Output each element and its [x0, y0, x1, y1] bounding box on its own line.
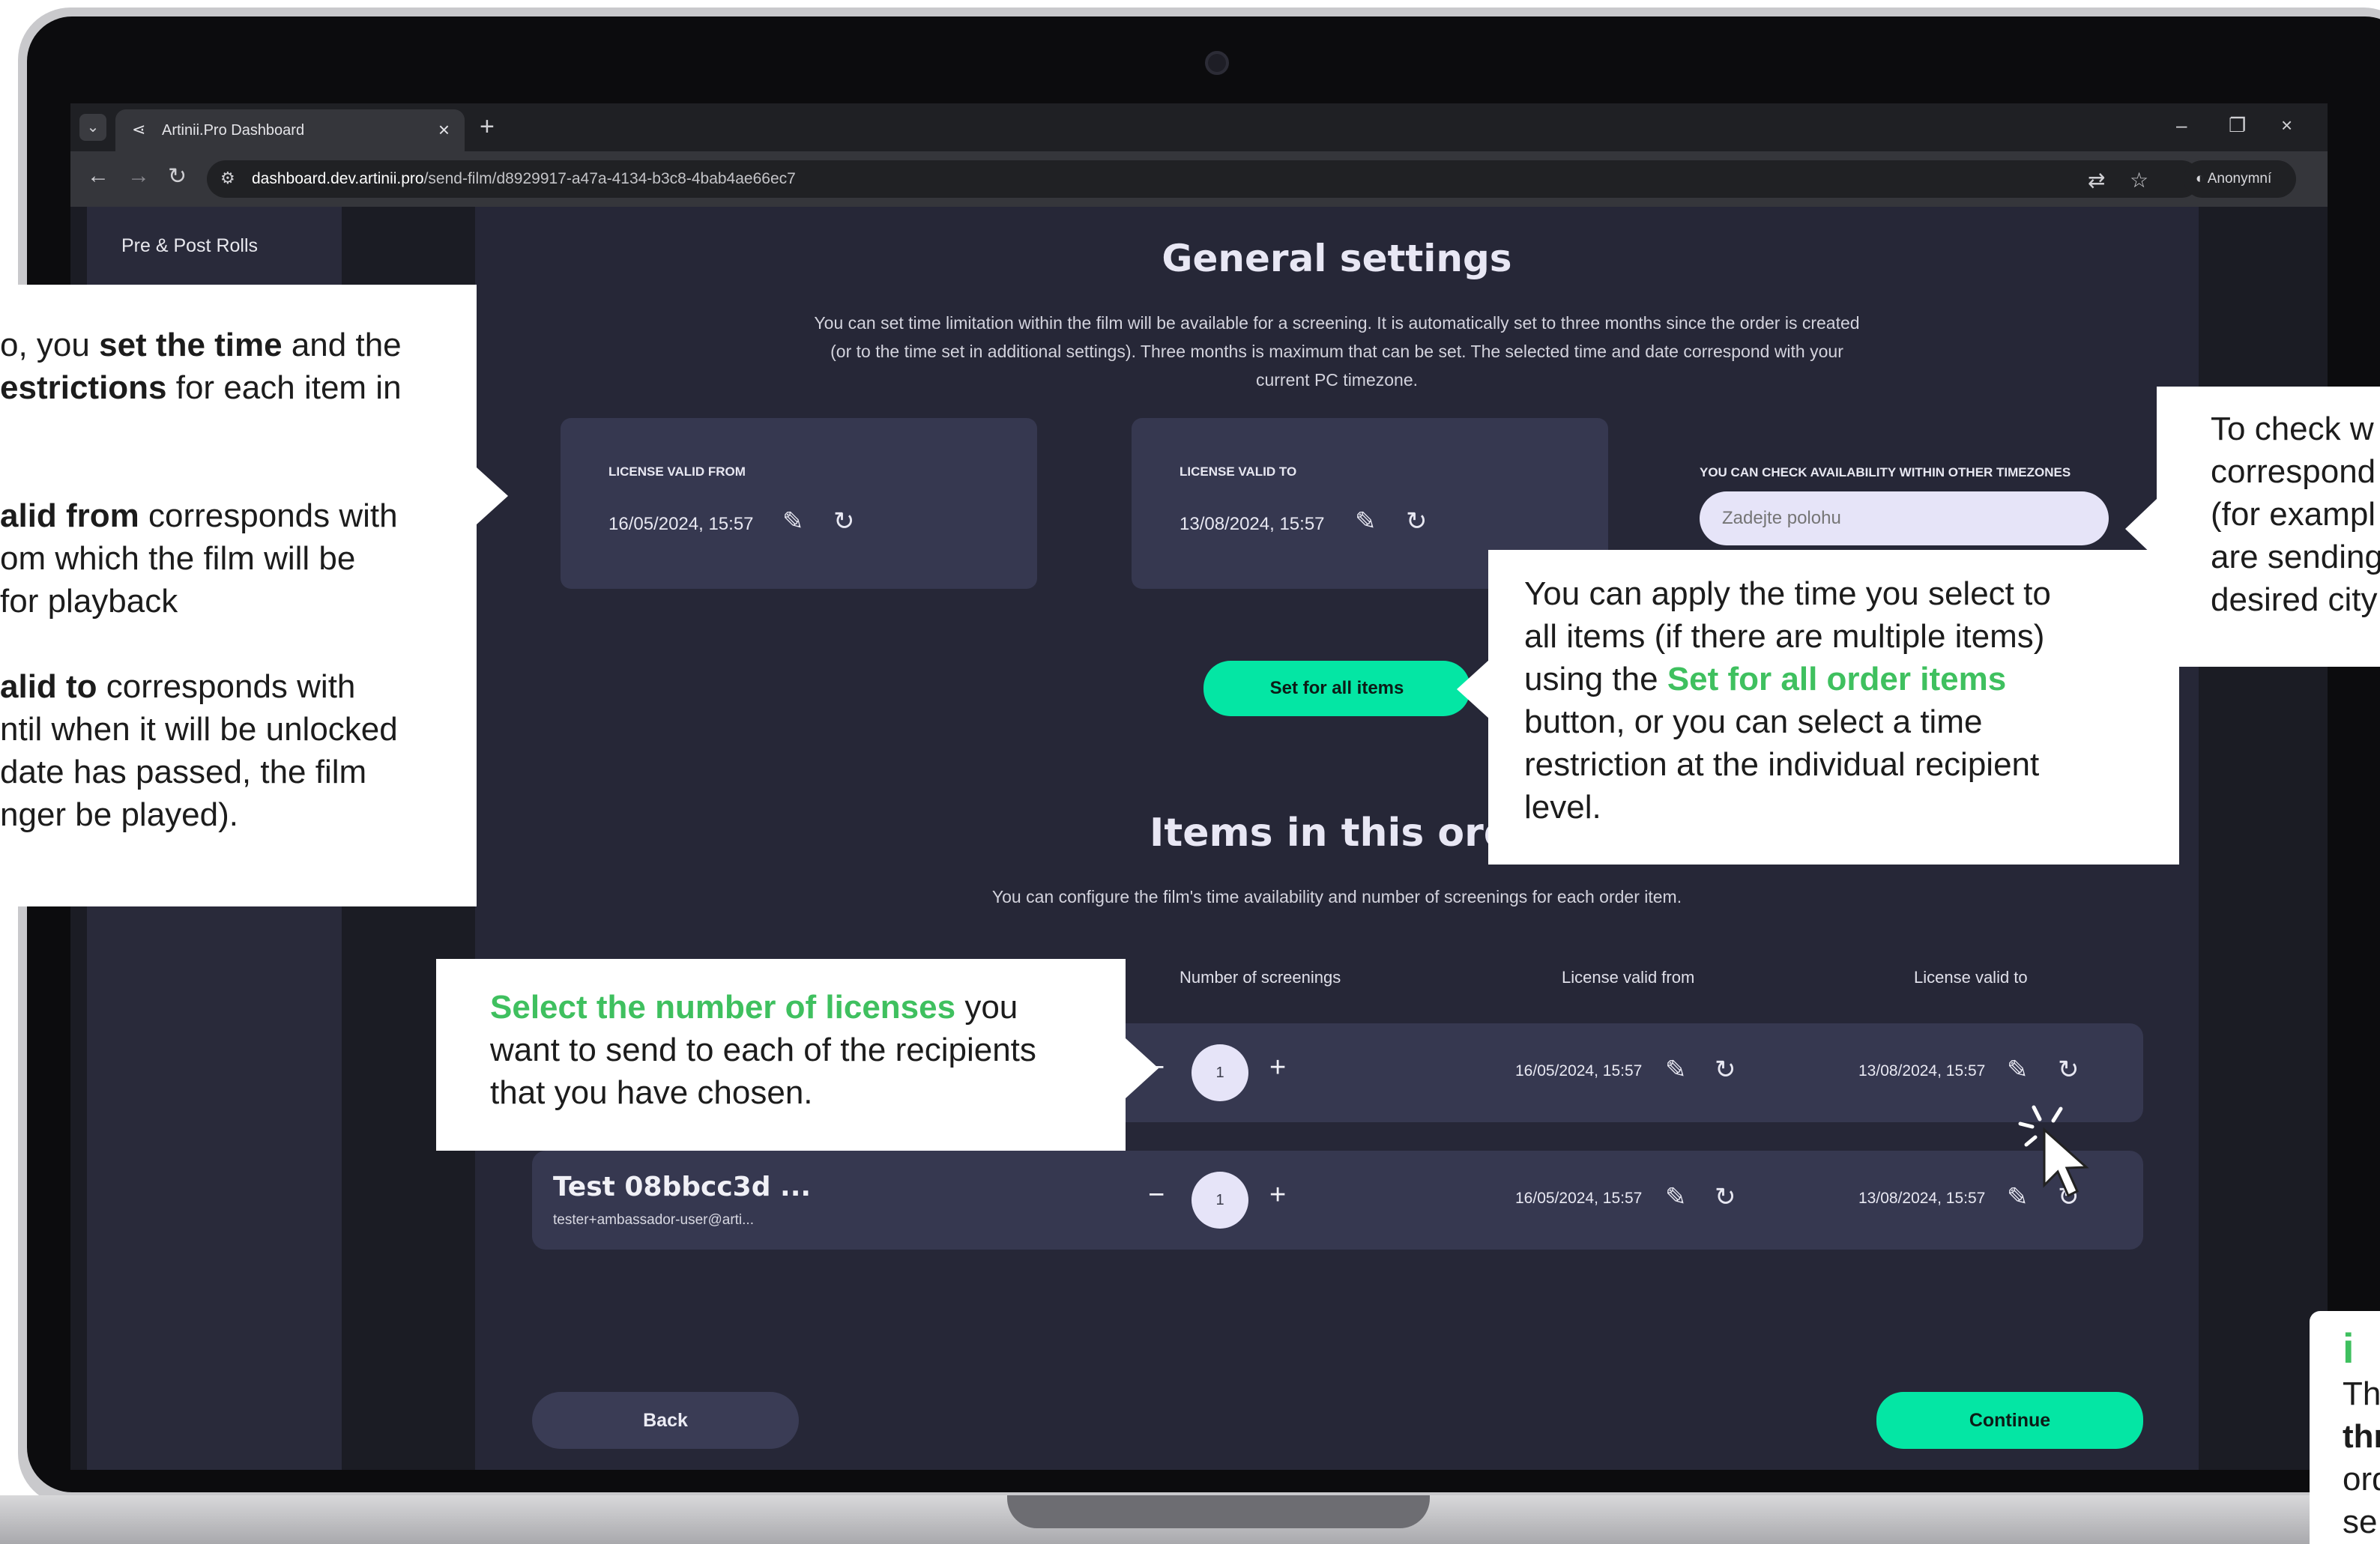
callout-pointer — [1126, 1038, 1159, 1098]
bookmark-star-icon[interactable]: ☆ — [2130, 168, 2148, 193]
general-settings-description: You can set time limitation within the f… — [814, 313, 1860, 390]
forward-arrow-icon[interactable]: → — [127, 163, 150, 189]
column-license-valid-to: License valid to — [1914, 968, 2028, 987]
general-settings-title: General settings — [1162, 237, 1512, 280]
callout-pointer — [1457, 659, 1490, 719]
screenings-count[interactable]: 1 — [1191, 1044, 1248, 1101]
decrement-icon[interactable]: − — [1148, 1179, 1165, 1211]
edit-pencil-icon[interactable]: ✎ — [1665, 1055, 1687, 1085]
sidebar-item-pre-post-rolls[interactable]: Pre & Post Rolls — [121, 235, 258, 257]
browser-tab[interactable]: ⋖ Artinii.Pro Dashboard × — [115, 109, 465, 151]
increment-icon[interactable]: + — [1269, 1052, 1286, 1084]
reload-icon[interactable]: ↻ — [168, 163, 187, 190]
url-text[interactable]: dashboard.dev.artinii.pro/send-film/d892… — [252, 170, 796, 188]
mouse-cursor-icon — [2018, 1105, 2089, 1198]
license-valid-from-value: 16/05/2024, 15:57 — [608, 514, 754, 534]
toolbar: ← → ↻ ⚙ dashboard.dev.artinii.pro/send-f… — [70, 151, 2328, 207]
callout-time-restrictions: o, you set the time and the estrictions … — [0, 285, 477, 906]
reset-icon[interactable]: ↻ — [2058, 1055, 2080, 1085]
edit-pencil-icon[interactable]: ✎ — [1355, 506, 1377, 536]
webcam — [1205, 51, 1229, 75]
row-valid-to: 13/08/2024, 15:57 — [1858, 1190, 1986, 1207]
row-valid-from: 16/05/2024, 15:57 — [1515, 1190, 1643, 1207]
continue-button[interactable]: Continue — [1876, 1392, 2143, 1449]
callout-pointer — [477, 467, 508, 524]
tab-strip: ⌄ ⋖ Artinii.Pro Dashboard × + – ❐ × — [70, 103, 2328, 151]
back-arrow-icon[interactable]: ← — [87, 163, 109, 189]
edit-pencil-icon[interactable]: ✎ — [1665, 1182, 1687, 1212]
tab-search-chevron-icon[interactable]: ⌄ — [79, 114, 106, 141]
edit-pencil-icon[interactable]: ✎ — [782, 506, 804, 536]
license-valid-from-card: LICENSE VALID FROM 16/05/2024, 15:57 ✎ ↻ — [561, 418, 1037, 589]
callout-timezones: To check w correspond (for exampl are se… — [2157, 387, 2380, 667]
column-number-of-screenings: Number of screenings — [1180, 968, 1341, 987]
site-settings-icon[interactable]: ⚙ — [220, 169, 235, 188]
timezone-label: YOU CAN CHECK AVAILABILITY WITHIN OTHER … — [1700, 465, 2071, 479]
column-license-valid-from: License valid from — [1562, 968, 1695, 987]
address-bar[interactable]: ⚙ dashboard.dev.artinii.pro/send-film/d8… — [207, 160, 2200, 198]
close-tab-icon[interactable]: × — [438, 118, 450, 142]
new-tab-plus-icon[interactable]: + — [480, 112, 495, 142]
table-row: Test 08bbcc3d ... tester+ambassador-user… — [532, 1151, 2143, 1250]
reset-icon[interactable]: ↻ — [1715, 1182, 1736, 1212]
license-valid-to-value: 13/08/2024, 15:57 — [1180, 514, 1325, 534]
items-description: You can configure the film's time availa… — [991, 887, 1682, 906]
close-window-icon[interactable]: × — [2281, 114, 2292, 137]
screenings-count[interactable]: 1 — [1191, 1172, 1248, 1229]
set-for-all-items-button[interactable]: Set for all items — [1203, 661, 1470, 716]
license-valid-from-label: LICENSE VALID FROM — [608, 464, 746, 479]
recipient-email: tester+ambassador-user@arti... — [553, 1212, 754, 1228]
callout-number-of-licenses: Select the number of licenses you want t… — [436, 959, 1126, 1151]
incognito-profile-button[interactable]: ◐ Anonymní — [2184, 160, 2296, 198]
license-valid-to-label: LICENSE VALID TO — [1180, 464, 1297, 479]
profile-label: Anonymní — [2207, 171, 2272, 187]
callout-info: i Th thr ord se — [2310, 1311, 2380, 1544]
info-icon: i — [2343, 1324, 2355, 1372]
row-valid-to: 13/08/2024, 15:57 — [1858, 1062, 1986, 1080]
reset-icon[interactable]: ↻ — [833, 506, 855, 536]
reset-icon[interactable]: ↻ — [1406, 506, 1428, 536]
incognito-icon: ◐ — [2196, 171, 2208, 187]
back-button[interactable]: Back — [532, 1392, 799, 1449]
restore-icon[interactable]: ❐ — [2229, 114, 2246, 137]
tab-title: Artinii.Pro Dashboard — [162, 122, 305, 139]
timezone-location-input[interactable] — [1700, 491, 2109, 545]
translate-icon[interactable]: ⇄ — [2088, 168, 2105, 193]
recipient-name: Test 08bbcc3d ... — [553, 1172, 812, 1202]
reset-icon[interactable]: ↻ — [1715, 1055, 1736, 1085]
share-favicon-icon: ⋖ — [132, 120, 146, 139]
increment-icon[interactable]: + — [1269, 1179, 1286, 1211]
callout-set-for-all: You can apply the time you select to all… — [1488, 550, 2179, 865]
row-valid-from: 16/05/2024, 15:57 — [1515, 1062, 1643, 1080]
edit-pencil-icon[interactable]: ✎ — [2007, 1055, 2029, 1085]
minimize-icon[interactable]: – — [2176, 114, 2187, 137]
laptop-notch — [1007, 1495, 1430, 1528]
